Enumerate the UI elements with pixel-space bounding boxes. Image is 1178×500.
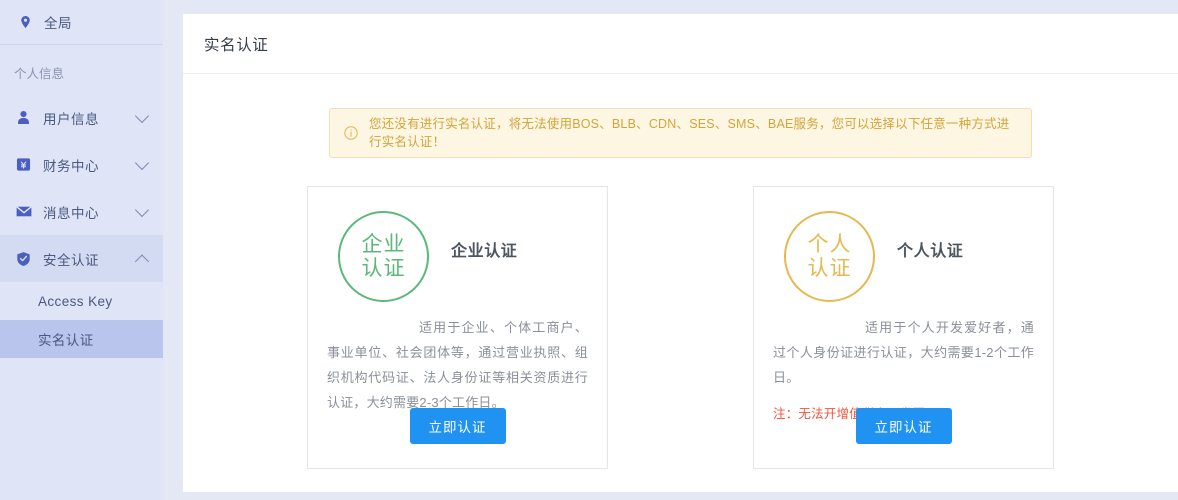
sidebar-item-security-label: 安全认证	[43, 249, 99, 269]
enterprise-badge-line2: 认证	[362, 257, 406, 281]
chevron-down-icon	[135, 155, 149, 169]
sidebar-subitem-real-name-auth[interactable]: 实名认证	[0, 320, 163, 358]
personal-card-action-area: 立即认证	[754, 408, 1053, 444]
content-panel: 实名认证 您还没有进行实名认证，将无法使用BOS、BLB、CDN、SES、SMS…	[183, 14, 1178, 492]
sidebar-item-finance-center-label: 财务中心	[43, 155, 99, 175]
personal-badge-icon: 个人 认证	[784, 211, 875, 302]
page-header: 实名认证	[183, 14, 1178, 74]
sidebar-item-user-info[interactable]: 用户信息	[0, 94, 163, 141]
personal-badge-line1: 个人	[808, 233, 852, 257]
personal-badge-line2: 认证	[808, 257, 852, 281]
chevron-up-icon	[135, 254, 149, 268]
chevron-down-icon	[135, 202, 149, 216]
sidebar-item-message-center-label: 消息中心	[43, 202, 99, 222]
sidebar-subitem-access-key[interactable]: Access Key	[0, 282, 163, 320]
sidebar-item-user-info-label: 用户信息	[43, 108, 99, 128]
sidebar-global-label: 全局	[44, 12, 72, 32]
verification-alert: 您还没有进行实名认证，将无法使用BOS、BLB、CDN、SES、SMS、BAE服…	[329, 108, 1032, 158]
shield-check-icon	[15, 250, 32, 267]
app-root: 全局 个人信息 用户信息 财务中心	[0, 0, 1178, 500]
personal-card-top: 个人 认证 个人认证	[773, 209, 1034, 302]
enterprise-card-action-area: 立即认证	[308, 408, 607, 444]
sidebar-item-message-center[interactable]: 消息中心	[0, 188, 163, 235]
info-circle-icon	[344, 126, 358, 140]
enterprise-badge-icon: 企业 认证	[338, 211, 429, 302]
personal-card-heading: 个人认证	[897, 237, 963, 261]
enterprise-card-description: 适用于企业、个体工商户、事业单位、社会团体等，通过营业执照、组织机构代码证、法人…	[327, 315, 588, 415]
enterprise-card-top: 企业 认证 企业认证	[327, 209, 588, 302]
sidebar-item-security[interactable]: 安全认证	[0, 235, 163, 282]
user-icon	[15, 109, 32, 126]
sidebar-section-title: 个人信息	[0, 45, 163, 94]
sidebar-item-global[interactable]: 全局	[0, 0, 163, 45]
page-title: 实名认证	[204, 33, 268, 55]
personal-certification-card[interactable]: 个人 认证 个人认证 适用于个人开发爱好者，通过个人身份证进行认证，大约需要1-…	[753, 186, 1054, 469]
enterprise-badge-line1: 企业	[362, 233, 406, 257]
personal-card-description: 适用于个人开发爱好者，通过个人身份证进行认证，大约需要1-2个工作日。	[773, 315, 1034, 390]
enterprise-verify-now-button[interactable]: 立即认证	[410, 408, 506, 444]
chevron-down-icon	[135, 108, 149, 122]
personal-verify-now-button[interactable]: 立即认证	[856, 408, 952, 444]
yen-wallet-icon	[15, 156, 32, 173]
location-pin-icon	[17, 14, 34, 31]
certification-cards: 企业 认证 企业认证 适用于企业、个体工商户、事业单位、社会团体等，通过营业执照…	[183, 186, 1178, 469]
sidebar-item-finance-center[interactable]: 财务中心	[0, 141, 163, 188]
envelope-icon	[15, 203, 32, 220]
enterprise-certification-card[interactable]: 企业 认证 企业认证 适用于企业、个体工商户、事业单位、社会团体等，通过营业执照…	[307, 186, 608, 469]
page-body: 您还没有进行实名认证，将无法使用BOS、BLB、CDN、SES、SMS、BAE服…	[183, 74, 1178, 469]
enterprise-card-heading: 企业认证	[451, 237, 517, 261]
verification-alert-text: 您还没有进行实名认证，将无法使用BOS、BLB、CDN、SES、SMS、BAE服…	[369, 115, 1017, 151]
sidebar: 全局 个人信息 用户信息 财务中心	[0, 0, 163, 500]
